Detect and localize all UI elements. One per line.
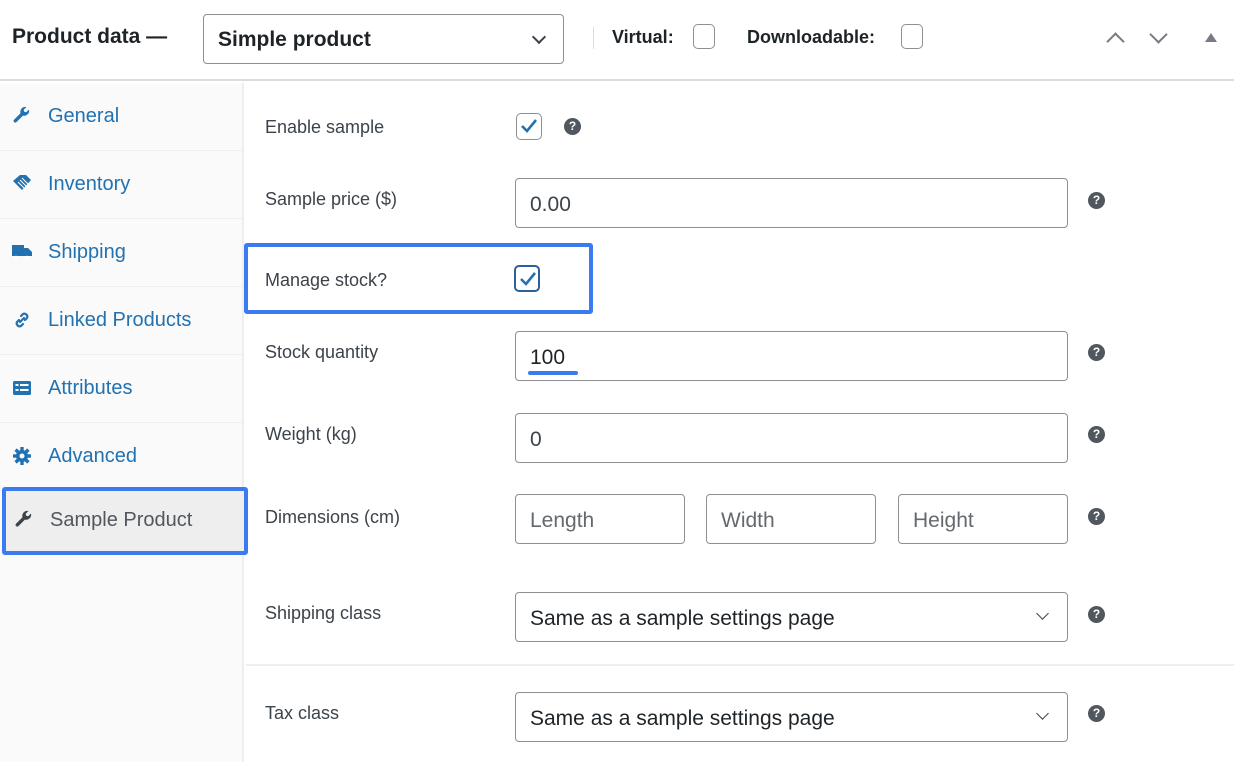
- sample-price-value: 0.00: [530, 193, 571, 216]
- tab-label: Linked Products: [48, 309, 192, 331]
- help-icon[interactable]: ?: [1088, 705, 1105, 722]
- sample-price-label: Sample price ($): [265, 189, 398, 209]
- gear-icon: [13, 447, 31, 465]
- tax-class-select[interactable]: Same as a sample settings page: [515, 692, 1068, 742]
- product-data-tabs: General Inventory Shipping Linked Produc…: [0, 83, 248, 762]
- virtual-checkbox[interactable]: [693, 24, 715, 49]
- section-divider: [246, 664, 1234, 666]
- product-data-title: Product data —: [12, 25, 168, 48]
- stock-quantity-input[interactable]: 100: [515, 331, 1068, 381]
- tab-advanced[interactable]: Advanced: [0, 423, 242, 491]
- tab-shipping[interactable]: Shipping: [0, 219, 242, 287]
- tab-linked-products[interactable]: Linked Products: [0, 287, 242, 355]
- help-icon[interactable]: ?: [1088, 426, 1105, 443]
- tab-label: Inventory: [48, 173, 131, 195]
- tab-label: General: [48, 105, 120, 127]
- tab-label: Attributes: [48, 377, 133, 399]
- wrench-icon: [13, 106, 30, 123]
- help-icon[interactable]: ?: [564, 118, 581, 135]
- help-icon[interactable]: ?: [1088, 192, 1105, 209]
- tab-label: Advanced: [48, 445, 137, 467]
- tax-class-label: Tax class: [265, 703, 340, 723]
- virtual-label: Virtual:: [612, 27, 674, 47]
- shipping-class-select[interactable]: Same as a sample settings page: [515, 592, 1068, 642]
- length-placeholder: Length: [530, 509, 595, 532]
- product-type-select[interactable]: Simple product: [203, 14, 564, 64]
- help-icon[interactable]: ?: [1088, 344, 1105, 361]
- help-icon[interactable]: ?: [1088, 606, 1105, 623]
- manage-stock-label: Manage stock?: [265, 270, 388, 290]
- downloadable-label: Downloadable:: [747, 27, 876, 47]
- weight-value: 0: [530, 428, 542, 451]
- chevron-down-icon: [531, 29, 547, 45]
- shipping-class-value: Same as a sample settings page: [530, 607, 835, 630]
- stock-quantity-value: 100: [530, 346, 566, 369]
- tab-label: Shipping: [48, 241, 126, 263]
- header-divider: [593, 27, 594, 49]
- spellcheck-underline: [528, 371, 578, 375]
- truck-icon: [12, 245, 32, 260]
- link-icon: [15, 312, 29, 328]
- toggle-panel-icon[interactable]: [1199, 26, 1223, 50]
- weight-label: Weight (kg): [265, 424, 357, 444]
- chevron-down-icon: [1036, 607, 1049, 620]
- enable-sample-checkbox[interactable]: [516, 113, 542, 140]
- height-input[interactable]: Height: [898, 494, 1068, 544]
- enable-sample-label: Enable sample: [265, 117, 385, 137]
- weight-input[interactable]: 0: [515, 413, 1068, 463]
- chevron-down-icon: [1036, 707, 1049, 720]
- stock-quantity-label: Stock quantity: [265, 342, 379, 362]
- move-down-icon[interactable]: [1146, 26, 1170, 50]
- product-data-header: Product data — Simple product Virtual: D…: [0, 0, 1234, 81]
- checkmark-icon: [520, 272, 537, 286]
- downloadable-checkbox[interactable]: [901, 24, 923, 49]
- tab-attributes[interactable]: Attributes: [0, 355, 242, 423]
- height-placeholder: Height: [913, 509, 974, 532]
- manage-stock-checkbox[interactable]: [514, 265, 540, 292]
- help-icon[interactable]: ?: [1088, 508, 1105, 525]
- width-input[interactable]: Width: [706, 494, 876, 544]
- tab-sample-product[interactable]: Sample Product: [2, 487, 248, 555]
- dimensions-label: Dimensions (cm): [265, 507, 401, 527]
- tab-label: Sample Product: [50, 509, 193, 531]
- checkmark-icon: [521, 119, 538, 133]
- wrench-icon: [15, 510, 32, 527]
- move-up-icon[interactable]: [1103, 26, 1127, 50]
- product-type-value: Simple product: [218, 28, 371, 51]
- tab-general[interactable]: General: [0, 83, 242, 151]
- sample-product-panel: Enable sample ? Sample price ($) 0.00 ? …: [244, 83, 1234, 762]
- tax-class-value: Same as a sample settings page: [530, 707, 835, 730]
- shipping-class-label: Shipping class: [265, 603, 382, 623]
- width-placeholder: Width: [721, 509, 775, 532]
- tag-icon: [13, 175, 31, 190]
- list-card-icon: [13, 381, 31, 395]
- length-input[interactable]: Length: [515, 494, 685, 544]
- tab-inventory[interactable]: Inventory: [0, 151, 242, 219]
- sample-price-input[interactable]: 0.00: [515, 178, 1068, 228]
